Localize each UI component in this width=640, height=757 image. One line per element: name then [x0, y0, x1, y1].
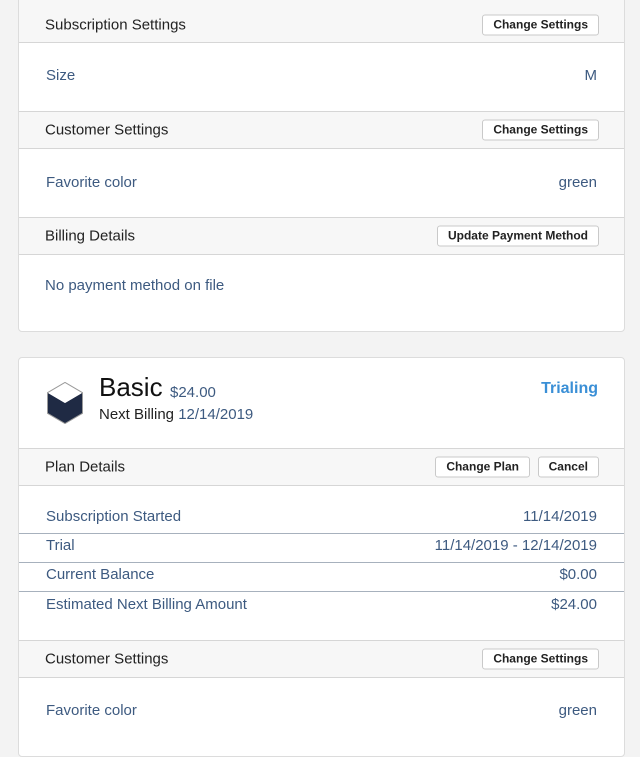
plan-detail-row: Subscription Started 11/14/2019: [19, 508, 624, 534]
next-billing-label: Next Billing: [99, 406, 175, 423]
estimated-next-billing-label: Estimated Next Billing Amount: [46, 596, 247, 613]
plan-details-title: Plan Details: [45, 458, 126, 476]
trial-label: Trial: [46, 537, 75, 554]
next-billing-date: 12/14/2019: [178, 406, 254, 423]
current-balance-label: Current Balance: [46, 566, 155, 583]
plan-detail-row: Estimated Next Billing Amount $24.00: [19, 596, 624, 621]
customer-settings-title: Customer Settings: [45, 121, 169, 139]
plan-price: $24.00: [170, 384, 216, 401]
next-billing: Next Billing 12/14/2019: [99, 406, 253, 423]
cancel-button[interactable]: Cancel: [537, 456, 599, 478]
favorite-color-value: green: [558, 174, 597, 191]
change-customer-settings-button[interactable]: Change Settings: [482, 119, 599, 141]
plan-details-header: Plan Details Change Plan Cancel: [19, 448, 624, 486]
subscription-card-top: Subscription Settings Change Settings Si…: [18, 0, 625, 332]
billing-details-title: Billing Details: [45, 227, 136, 245]
current-balance-value: $0.00: [559, 566, 597, 583]
change-subscription-settings-button[interactable]: Change Settings: [482, 14, 599, 36]
subscription-settings-title: Subscription Settings: [45, 16, 186, 34]
billing-details-header: Billing Details Update Payment Method: [19, 217, 624, 255]
favorite-color-value-2: green: [558, 702, 597, 719]
estimated-next-billing-value: $24.00: [551, 596, 597, 613]
subscription-started-value: 11/14/2019: [523, 508, 597, 525]
update-payment-method-button[interactable]: Update Payment Method: [436, 225, 599, 247]
customer-settings-header: Customer Settings Change Settings: [19, 111, 624, 149]
subscription-started-label: Subscription Started: [46, 508, 182, 525]
customer-settings-header-2: Customer Settings Change Settings: [19, 640, 624, 678]
cube-icon: [47, 382, 83, 424]
subscription-settings-header: Subscription Settings Change Settings: [19, 0, 624, 43]
favorite-color-label: Favorite color: [46, 174, 137, 191]
plan-card: Basic $24.00 Next Billing 12/14/2019 Tri…: [18, 357, 625, 757]
favorite-color-label-2: Favorite color: [46, 702, 137, 719]
plan-name: Basic: [99, 372, 163, 402]
no-payment-method-text: No payment method on file: [45, 277, 225, 294]
trial-value: 11/14/2019 - 12/14/2019: [434, 537, 597, 554]
plan-status-badge: Trialing: [541, 380, 598, 397]
plan-detail-row: Current Balance $0.00: [19, 566, 624, 592]
size-value: M: [584, 67, 598, 84]
change-customer-settings-button-2[interactable]: Change Settings: [482, 648, 599, 670]
plan-detail-row: Trial 11/14/2019 - 12/14/2019: [19, 537, 624, 563]
size-label: Size: [46, 67, 76, 84]
customer-settings-title-2: Customer Settings: [45, 650, 169, 668]
change-plan-button[interactable]: Change Plan: [435, 456, 530, 478]
